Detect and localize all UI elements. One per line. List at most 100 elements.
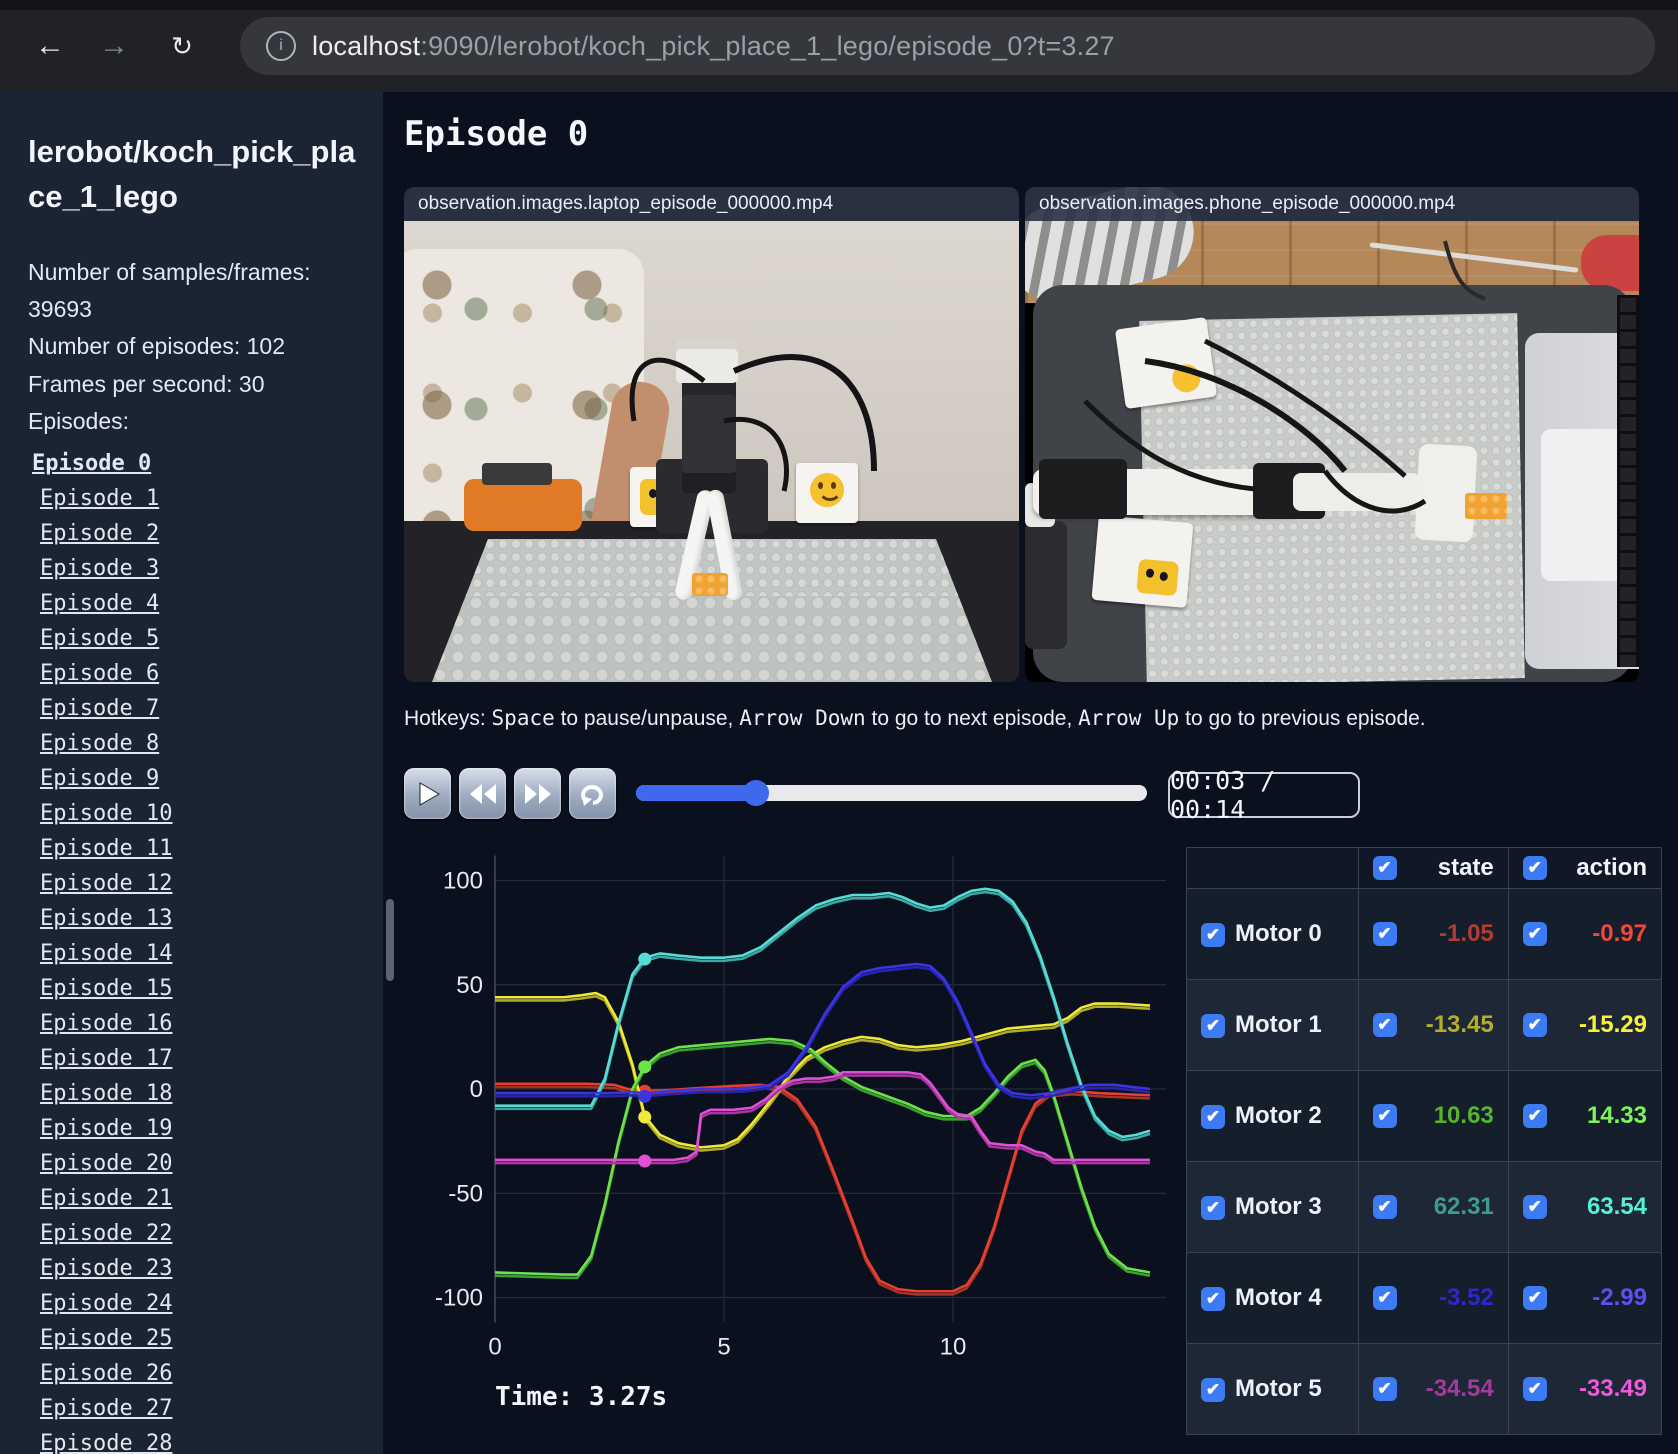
motor-checkbox[interactable]: ✔ (1201, 1195, 1225, 1220)
motor-chart-container[interactable]: -100 -50 0 50 100 0 5 10 (430, 845, 1180, 1361)
episode-link[interactable]: Episode 16 (40, 1006, 383, 1041)
episode-link[interactable]: Episode 23 (40, 1251, 383, 1286)
episode-link[interactable]: Episode 14 (40, 936, 383, 971)
episode-link[interactable]: Episode 12 (40, 866, 383, 901)
episode-link[interactable]: Episode 28 (40, 1426, 383, 1454)
scrollbar-thumb[interactable] (386, 899, 394, 981)
motor-name: Motor 4 (1235, 1284, 1322, 1311)
action-checkbox[interactable]: ✔ (1522, 1013, 1547, 1037)
action-checkbox[interactable]: ✔ (1522, 1104, 1547, 1128)
video-frame-laptop (404, 221, 1019, 682)
episode-link[interactable]: Episode 10 (40, 796, 383, 831)
episode-link[interactable]: Episode 11 (40, 831, 383, 866)
video-player-laptop[interactable]: observation.images.laptop_episode_000000… (404, 187, 1019, 682)
state-value: -1.05 (1439, 920, 1494, 947)
action-value: 63.54 (1586, 1193, 1647, 1220)
episode-link[interactable]: Episode 26 (40, 1356, 383, 1391)
series-state-motor-0 (495, 1085, 1150, 1296)
episode-link[interactable]: Episode 25 (40, 1321, 383, 1356)
seek-slider-fill (636, 785, 757, 801)
state-checkbox[interactable]: ✔ (1372, 922, 1397, 946)
motor-checkbox[interactable]: ✔ (1201, 922, 1225, 947)
current-time-marker (638, 1089, 652, 1103)
action-column-checkbox[interactable]: ✔ (1522, 856, 1547, 880)
motor-row: ✔ Motor 0 ✔ -1.05 ✔ -0.97 (1186, 888, 1663, 980)
motor-checkbox[interactable]: ✔ (1201, 1013, 1225, 1038)
video-title-laptop: observation.images.laptop_episode_000000… (404, 187, 1019, 221)
play-button[interactable] (404, 768, 451, 819)
episode-link[interactable]: Episode 5 (40, 621, 383, 656)
episode-link[interactable]: Episode 13 (40, 901, 383, 936)
episode-link[interactable]: Episode 9 (40, 761, 383, 796)
svg-text:-100: -100 (435, 1285, 483, 1312)
main-content: Episode 0 observation.images.laptop_epis… (383, 92, 1678, 1454)
state-value: 10.63 (1433, 1102, 1494, 1129)
back-icon[interactable]: ← (28, 24, 72, 68)
action-checkbox[interactable]: ✔ (1522, 1195, 1547, 1219)
episode-link[interactable]: Episode 6 (40, 656, 383, 691)
motor-row: ✔ Motor 4 ✔ -3.52 ✔ -2.99 (1186, 1252, 1663, 1344)
episode-link[interactable]: Episode 24 (40, 1286, 383, 1321)
state-checkbox[interactable]: ✔ (1372, 1286, 1397, 1310)
hotkeys-help: Hotkeys: Space to pause/unpause, Arrow D… (404, 706, 1426, 730)
state-value: -3.52 (1439, 1284, 1494, 1311)
episode-link[interactable]: Episode 20 (40, 1146, 383, 1181)
episode-link[interactable]: Episode 1 (40, 481, 383, 516)
svg-text:5: 5 (717, 1334, 730, 1360)
key-space: Space (491, 706, 555, 730)
episode-link[interactable]: Episode 21 (40, 1181, 383, 1216)
svg-text:50: 50 (456, 972, 483, 999)
state-checkbox[interactable]: ✔ (1372, 1377, 1397, 1401)
sidebar: lerobot/koch_pick_place_1_lego Number of… (0, 92, 383, 1454)
reload-icon[interactable]: ↻ (160, 24, 204, 68)
state-column-header: state (1437, 854, 1494, 881)
episode-link[interactable]: Episode 2 (40, 516, 383, 551)
episode-link[interactable]: Episode 18 (40, 1076, 383, 1111)
action-value: -33.49 (1578, 1375, 1647, 1402)
action-checkbox[interactable]: ✔ (1522, 1286, 1547, 1310)
state-checkbox[interactable]: ✔ (1372, 1013, 1397, 1037)
episode-link[interactable]: Episode 0 (32, 446, 383, 481)
motor-row: ✔ Motor 3 ✔ 62.31 ✔ 63.54 (1186, 1161, 1663, 1253)
episode-link[interactable]: Episode 4 (40, 586, 383, 621)
state-column-checkbox[interactable]: ✔ (1372, 856, 1397, 880)
site-info-icon[interactable]: i (266, 31, 296, 61)
motor-checkbox[interactable]: ✔ (1201, 1377, 1225, 1402)
seek-slider-thumb[interactable] (743, 780, 770, 806)
episode-link[interactable]: Episode 15 (40, 971, 383, 1006)
motor-row: ✔ Motor 2 ✔ 10.63 ✔ 14.33 (1186, 1070, 1663, 1162)
video-title-phone: observation.images.phone_episode_000000.… (1025, 187, 1639, 221)
video-player-phone[interactable]: observation.images.phone_episode_000000.… (1025, 187, 1639, 682)
motor-checkbox[interactable]: ✔ (1201, 1286, 1225, 1311)
rewind-button[interactable] (459, 768, 506, 819)
stat-fps: Frames per second: 30 (28, 370, 265, 397)
episode-link[interactable]: Episode 17 (40, 1041, 383, 1076)
state-value: 62.31 (1433, 1193, 1494, 1220)
state-value: -13.45 (1425, 1011, 1494, 1038)
episode-link[interactable]: Episode 27 (40, 1391, 383, 1426)
fast-forward-button[interactable] (514, 768, 561, 819)
episode-link[interactable]: Episode 8 (40, 726, 383, 761)
state-checkbox[interactable]: ✔ (1372, 1104, 1397, 1128)
episode-link[interactable]: Episode 3 (40, 551, 383, 586)
motor-row: ✔ Motor 1 ✔ -13.45 ✔ -15.29 (1186, 979, 1663, 1071)
url-bar[interactable]: i localhost:9090/lerobot/koch_pick_place… (240, 17, 1655, 75)
forward-icon[interactable]: → (92, 24, 136, 68)
episode-link[interactable]: Episode 19 (40, 1111, 383, 1146)
action-value: -0.97 (1592, 920, 1647, 947)
loop-button[interactable] (569, 768, 616, 819)
state-checkbox[interactable]: ✔ (1372, 1195, 1397, 1219)
motor-name: Motor 0 (1235, 920, 1322, 947)
svg-text:0: 0 (488, 1334, 501, 1360)
cables (1083, 240, 1486, 514)
current-time-marker (638, 1110, 652, 1124)
episode-link[interactable]: Episode 22 (40, 1216, 383, 1251)
action-column-header: action (1576, 854, 1647, 881)
action-checkbox[interactable]: ✔ (1522, 922, 1547, 946)
action-value: -15.29 (1578, 1011, 1647, 1038)
motor-checkbox[interactable]: ✔ (1201, 1104, 1225, 1129)
episode-link[interactable]: Episode 7 (40, 691, 383, 726)
seek-slider[interactable] (636, 780, 1147, 806)
action-checkbox[interactable]: ✔ (1522, 1377, 1547, 1401)
episode-list: Episode 0 Episode 1 Episode 2 Episode 3 Epis… (32, 446, 383, 1454)
